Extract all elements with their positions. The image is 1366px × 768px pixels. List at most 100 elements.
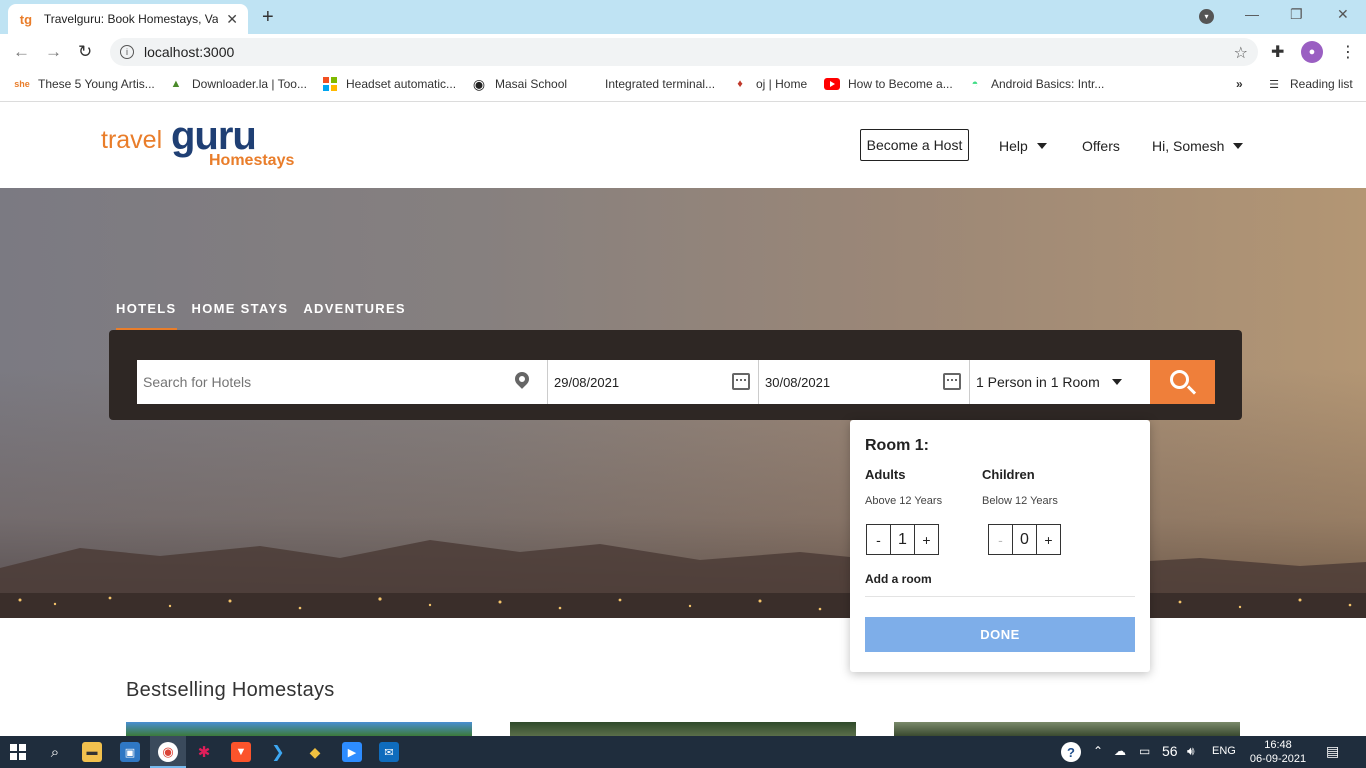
windows-start-icon[interactable] — [8, 742, 28, 762]
bookmark-item[interactable]: ♦ oj | Home — [732, 77, 807, 91]
hotel-search-field[interactable] — [137, 360, 548, 404]
user-menu[interactable]: Hi, Somesh — [1152, 138, 1244, 154]
chevron-up-icon[interactable]: ⌃ — [1093, 744, 1103, 758]
language-indicator[interactable]: ENG — [1212, 745, 1236, 757]
help-label: Help — [999, 138, 1028, 154]
photos-icon[interactable]: ▣ — [120, 742, 140, 762]
tab-adventures[interactable]: ADVENTURES — [303, 301, 406, 331]
forward-icon[interactable]: → — [45, 42, 62, 62]
checkout-date-field[interactable]: 30/08/2021 — [759, 360, 970, 404]
bookmark-label: Downloader.la | Too... — [192, 77, 307, 91]
offers-link[interactable]: Offers — [1082, 138, 1120, 154]
notifications-icon[interactable]: ▤ — [1326, 743, 1339, 760]
become-host-button[interactable]: Become a Host — [860, 129, 969, 161]
reload-icon[interactable]: ↻ — [78, 42, 92, 62]
tab-search-icon[interactable]: ▾ — [1199, 9, 1214, 24]
new-tab-icon[interactable]: + — [262, 6, 274, 29]
bookmark-item[interactable]: she These 5 Young Artis... — [14, 77, 155, 91]
travelguru-logo[interactable]: travel guru Homestays — [101, 114, 311, 176]
bookmark-star-icon[interactable]: ☆ — [1234, 43, 1248, 63]
search-icon[interactable]: ⌕ — [45, 742, 65, 762]
children-stepper: - 0 + — [988, 524, 1061, 555]
children-label: Children — [982, 467, 1035, 482]
vscode-icon[interactable]: ❯ — [268, 742, 288, 762]
guests-summary: 1 Person in 1 Room — [976, 374, 1100, 390]
close-tab-icon[interactable]: ✕ — [226, 11, 238, 28]
calendar-icon[interactable] — [732, 373, 750, 390]
mail-icon[interactable]: ✉ — [379, 742, 399, 762]
adults-increment-button[interactable]: + — [915, 525, 938, 554]
bookmark-item[interactable]: How to Become a... — [824, 77, 953, 91]
browser-toolbar: ← → ↻ i localhost:3000 ☆ — [0, 34, 1366, 70]
restore-icon[interactable]: ❐ — [1290, 6, 1303, 23]
search-icon — [1170, 369, 1189, 389]
chrome-icon[interactable]: ◉ — [158, 742, 178, 762]
bookmark-item[interactable]: Headset automatic... — [322, 77, 456, 91]
more-bookmarks-button[interactable]: » — [1236, 77, 1243, 91]
tab-home-stays[interactable]: HOME STAYS — [192, 301, 289, 331]
homestay-card-image[interactable] — [894, 722, 1240, 736]
slack-icon[interactable]: ✱ — [194, 742, 214, 762]
help-tray-icon[interactable]: ? — [1061, 742, 1081, 762]
homestay-card-image[interactable] — [126, 722, 472, 736]
guests-rooms-select[interactable]: 1 Person in 1 Room — [970, 360, 1150, 404]
location-pin-icon[interactable] — [512, 369, 532, 389]
homestay-card-image[interactable] — [510, 722, 856, 736]
adults-label: Adults — [865, 467, 906, 482]
bookmark-item[interactable]: Integrated terminal... — [605, 77, 715, 91]
hotel-search-input[interactable] — [143, 374, 473, 390]
chevron-down-icon — [1036, 143, 1047, 149]
chrome-menu-icon[interactable]: ⋮ — [1340, 42, 1356, 62]
reading-list-label: Reading list — [1290, 77, 1353, 91]
add-room-link[interactable]: Add a room — [865, 572, 932, 586]
minimize-icon[interactable]: — — [1245, 6, 1259, 22]
adults-count: 1 — [890, 525, 915, 554]
user-greeting: Hi, Somesh — [1152, 138, 1225, 154]
room-title: Room 1: — [865, 437, 929, 454]
zoom-icon[interactable]: ▶ — [342, 742, 362, 762]
extensions-puzzle-icon[interactable]: ✚ — [1271, 42, 1284, 62]
search-category-tabs: HOTELS HOME STAYS ADVENTURES — [116, 301, 406, 331]
adults-decrement-button[interactable]: - — [867, 525, 890, 554]
address-bar[interactable]: i localhost:3000 ☆ — [110, 38, 1258, 66]
reading-list-icon: ☰ — [1269, 78, 1279, 91]
reading-list-button[interactable]: ☰ Reading list — [1266, 77, 1353, 91]
travelguru-favicon-icon: tg — [19, 11, 33, 27]
url-text: localhost:3000 — [144, 44, 235, 60]
site-info-icon[interactable]: i — [120, 45, 134, 59]
back-icon[interactable]: ← — [13, 42, 30, 62]
battery-icon[interactable]: ▭ — [1139, 744, 1150, 758]
room-guest-dropdown: Room 1: Adults Above 12 Years - 1 + Chil… — [850, 420, 1150, 672]
file-explorer-icon[interactable]: ▬ — [82, 742, 102, 762]
search-button[interactable] — [1150, 360, 1215, 404]
weather-cloud-icon[interactable]: ☁ — [1114, 744, 1126, 758]
volume-icon[interactable]: 🔊︎ — [1187, 744, 1195, 759]
tab-hotels[interactable]: HOTELS — [116, 301, 177, 331]
brave-icon[interactable]: ▼ — [231, 742, 251, 762]
bookmark-item[interactable]: ◉ Masai School — [471, 76, 567, 92]
clock-time: 16:48 — [1264, 739, 1292, 751]
bookmark-item[interactable]: ▲ Downloader.la | Too... — [168, 77, 307, 91]
browser-tab[interactable]: tg Travelguru: Book Homestays, Vac ✕ — [8, 4, 248, 34]
microsoft-icon — [322, 77, 338, 91]
temperature-value: 56 — [1162, 743, 1178, 759]
logo-travel-text: travel — [101, 126, 163, 154]
help-menu[interactable]: Help — [999, 138, 1047, 154]
hero-banner: HOTELS HOME STAYS ADVENTURES 29/08/2021 … — [0, 188, 1366, 618]
bookmark-label: How to Become a... — [848, 77, 953, 91]
profile-avatar-icon[interactable]: ● — [1301, 41, 1323, 63]
checkin-date-field[interactable]: 29/08/2021 — [548, 360, 759, 404]
git-icon[interactable]: ◆ — [305, 742, 325, 762]
close-window-icon[interactable]: ✕ — [1337, 6, 1349, 23]
bookmark-label: Android Basics: Intr... — [991, 77, 1105, 91]
children-decrement-button[interactable]: - — [989, 525, 1012, 554]
calendar-icon[interactable] — [943, 373, 961, 390]
system-clock[interactable]: 16:48 06-09-2021 — [1248, 738, 1308, 766]
children-increment-button[interactable]: + — [1037, 525, 1060, 554]
she-icon: she — [14, 79, 30, 89]
logo-homestays-text: Homestays — [209, 152, 295, 169]
done-button[interactable]: DONE — [865, 617, 1135, 652]
clock-date: 06-09-2021 — [1249, 753, 1307, 765]
bookmark-item[interactable]: ◓ Android Basics: Intr... — [967, 77, 1105, 91]
tab-title: Travelguru: Book Homestays, Vac — [43, 12, 219, 26]
